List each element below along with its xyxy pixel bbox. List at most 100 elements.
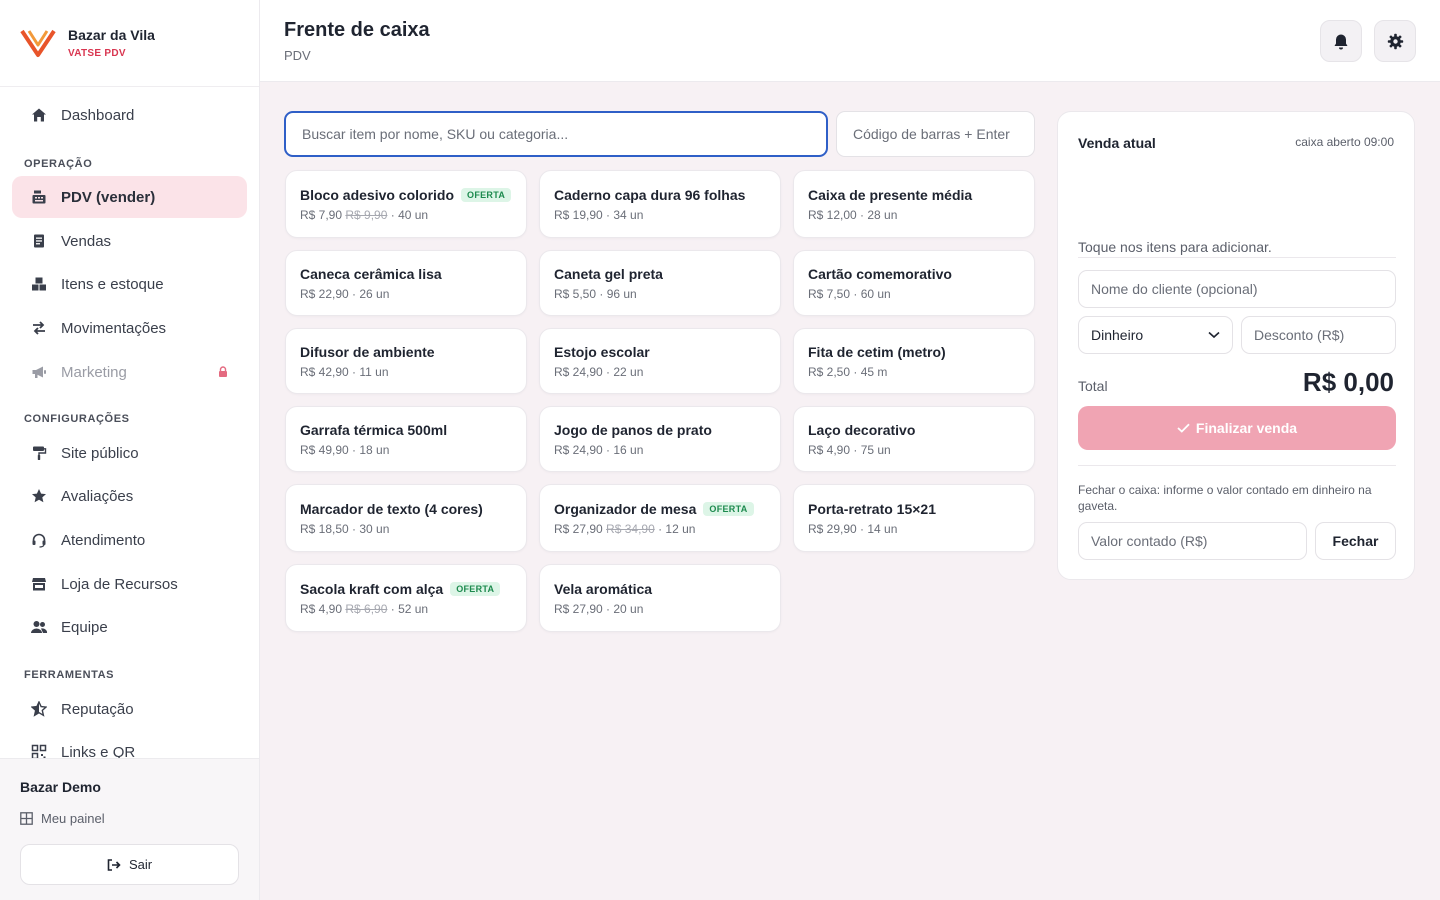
- product-stock: 52 un: [398, 601, 429, 616]
- sidebar-item-label: PDV (vender): [61, 188, 156, 206]
- page-subtitle: PDV: [284, 48, 311, 63]
- product-price: R$ 4,90: [300, 601, 343, 616]
- counted-cash-input[interactable]: [1078, 522, 1307, 560]
- megaphone-icon: [30, 363, 48, 381]
- home-icon: [30, 106, 48, 124]
- barcode-input[interactable]: [836, 111, 1035, 157]
- sidebar-item-pdv[interactable]: PDV (vender): [12, 176, 247, 218]
- product-card[interactable]: Marcador de texto (4 cores) R$ 18,50 · 30…: [285, 484, 527, 552]
- sidebar-item-label: Site público: [61, 444, 139, 462]
- product-card[interactable]: Estojo escolar R$ 24,90 · 22 un: [539, 328, 781, 394]
- product-meta: R$ 18,50 · 30 un: [300, 521, 390, 536]
- product-card[interactable]: Caderno capa dura 96 folhas R$ 19,90 · 34…: [539, 170, 781, 238]
- sidebar-item-avaliacoes[interactable]: Avaliações: [12, 475, 247, 517]
- settings-button[interactable]: [1374, 20, 1416, 62]
- product-name-row: Bloco adesivo colorido OFERTA: [300, 187, 512, 203]
- receipt-icon: [30, 232, 48, 250]
- product-name-row: Estojo escolar: [554, 344, 766, 360]
- footer-user-name: Bazar Demo: [20, 779, 101, 795]
- sale-title: Venda atual: [1078, 135, 1156, 151]
- product-name-row: Caneta gel preta: [554, 266, 766, 282]
- product-card[interactable]: Sacola kraft com alça OFERTA R$ 4,90 R$ 6,…: [285, 564, 527, 632]
- boxes-icon: [30, 275, 48, 293]
- product-card[interactable]: Laço decorativo R$ 4,90 · 75 un: [793, 406, 1035, 472]
- sidebar-item-vendas[interactable]: Vendas: [12, 220, 247, 262]
- sidebar-item-loja[interactable]: Loja de Recursos: [12, 563, 247, 605]
- product-stock: 20 un: [613, 601, 644, 616]
- product-meta: R$ 24,90 · 16 un: [554, 442, 644, 457]
- sidebar-item-dashboard[interactable]: Dashboard: [12, 94, 247, 136]
- product-name-row: Caderno capa dura 96 folhas: [554, 187, 766, 203]
- product-card[interactable]: Caixa de presente média R$ 12,00 · 28 un: [793, 170, 1035, 238]
- notifications-button[interactable]: [1320, 20, 1362, 62]
- sidebar-item-links[interactable]: Links e QR: [12, 731, 247, 758]
- sidebar: Bazar da Vila VATSE PDV Dashboard OPERAÇ…: [0, 0, 260, 900]
- product-name: Bloco adesivo colorido: [300, 186, 455, 203]
- product-old-price: R$ 9,90: [345, 207, 388, 222]
- product-price: R$ 22,90: [300, 286, 349, 301]
- product-name: Garrafa térmica 500ml: [300, 421, 448, 438]
- product-card[interactable]: Porta-retrato 15×21 R$ 29,90 · 14 un: [793, 484, 1035, 552]
- product-card[interactable]: Jogo de panos de prato R$ 24,90 · 16 un: [539, 406, 781, 472]
- product-price: R$ 27,90: [554, 521, 603, 536]
- star-icon: [30, 487, 48, 505]
- product-card[interactable]: Cartão comemorativo R$ 7,50 · 60 un: [793, 250, 1035, 316]
- brand-subtitle: VATSE PDV: [68, 48, 126, 59]
- lock-icon: [215, 364, 231, 380]
- product-meta: R$ 4,90 R$ 6,90 · 52 un: [300, 601, 429, 616]
- logout-icon: [107, 858, 121, 871]
- product-stock: 14 un: [867, 521, 898, 536]
- sidebar-nav: Dashboard OPERAÇÃO PDV (vender) Vendas I…: [0, 88, 259, 758]
- search-input[interactable]: [284, 111, 828, 157]
- sidebar-item-label: Itens e estoque: [61, 275, 164, 293]
- sidebar-item-movimentacoes[interactable]: Movimentações: [12, 307, 247, 349]
- sidebar-item-itens[interactable]: Itens e estoque: [12, 263, 247, 305]
- logout-label: Sair: [128, 857, 153, 872]
- sidebar-item-marketing[interactable]: Marketing: [12, 351, 247, 393]
- gear-icon: [1387, 33, 1403, 49]
- product-name: Caderno capa dura 96 folhas: [554, 186, 746, 203]
- product-price: R$ 12,00: [808, 207, 857, 222]
- sidebar-item-site[interactable]: Site público: [12, 432, 247, 474]
- product-price: R$ 5,50: [554, 286, 597, 301]
- logout-button[interactable]: Sair: [20, 844, 239, 885]
- customer-name-input[interactable]: [1078, 270, 1396, 308]
- sidebar-item-label: Loja de Recursos: [61, 575, 178, 593]
- brand-name: Bazar da Vila: [68, 27, 155, 43]
- product-meta: R$ 5,50 · 96 un: [554, 286, 637, 301]
- close-register-note: Fechar o caixa: informe o valor contado …: [1078, 483, 1372, 513]
- finish-sale-button[interactable]: Finalizar venda: [1078, 406, 1396, 450]
- my-panel-link[interactable]: Meu painel: [20, 811, 105, 826]
- product-card[interactable]: Vela aromática R$ 27,90 · 20 un: [539, 564, 781, 632]
- product-card[interactable]: Garrafa térmica 500ml R$ 49,90 · 18 un: [285, 406, 527, 472]
- sidebar-item-equipe[interactable]: Equipe: [12, 606, 247, 648]
- sidebar-item-atendimento[interactable]: Atendimento: [12, 519, 247, 561]
- offer-badge: OFERTA: [703, 501, 754, 516]
- product-name: Caneca cerâmica lisa: [300, 265, 442, 282]
- product-name: Caneta gel preta: [554, 265, 663, 282]
- product-card[interactable]: Caneca cerâmica lisa R$ 22,90 · 26 un: [285, 250, 527, 316]
- product-card[interactable]: Caneta gel preta R$ 5,50 · 96 un: [539, 250, 781, 316]
- sidebar-item-reputacao[interactable]: Reputação: [12, 688, 247, 730]
- product-card[interactable]: Bloco adesivo colorido OFERTA R$ 7,90 R$ 9…: [285, 170, 527, 238]
- arrows-exchange-icon: [30, 319, 48, 337]
- product-name-row: Marcador de texto (4 cores): [300, 501, 512, 517]
- close-register-label: Fechar: [1332, 533, 1379, 549]
- sidebar-item-label: Reputação: [61, 700, 134, 718]
- product-stock: 12 un: [665, 521, 696, 536]
- product-card[interactable]: Organizador de mesa OFERTA R$ 27,90 R$ 34,…: [539, 484, 781, 552]
- qr-code-icon: [30, 743, 48, 758]
- grid-icon: [20, 812, 33, 825]
- store-icon: [30, 575, 48, 593]
- product-card[interactable]: Fita de cetim (metro) R$ 2,50 · 45 m: [793, 328, 1035, 394]
- close-register-button[interactable]: Fechar: [1315, 522, 1396, 560]
- users-icon: [30, 618, 48, 636]
- product-card[interactable]: Difusor de ambiente R$ 42,90 · 11 un: [285, 328, 527, 394]
- product-old-price: R$ 34,90: [606, 521, 655, 536]
- product-name-row: Difusor de ambiente: [300, 344, 512, 360]
- product-price: R$ 29,90: [808, 521, 857, 536]
- sidebar-footer: Bazar Demo Meu painel Sair: [0, 758, 259, 900]
- discount-input[interactable]: [1241, 316, 1396, 354]
- product-stock: 60 un: [860, 286, 891, 301]
- payment-method-select[interactable]: Dinheiro: [1078, 316, 1233, 354]
